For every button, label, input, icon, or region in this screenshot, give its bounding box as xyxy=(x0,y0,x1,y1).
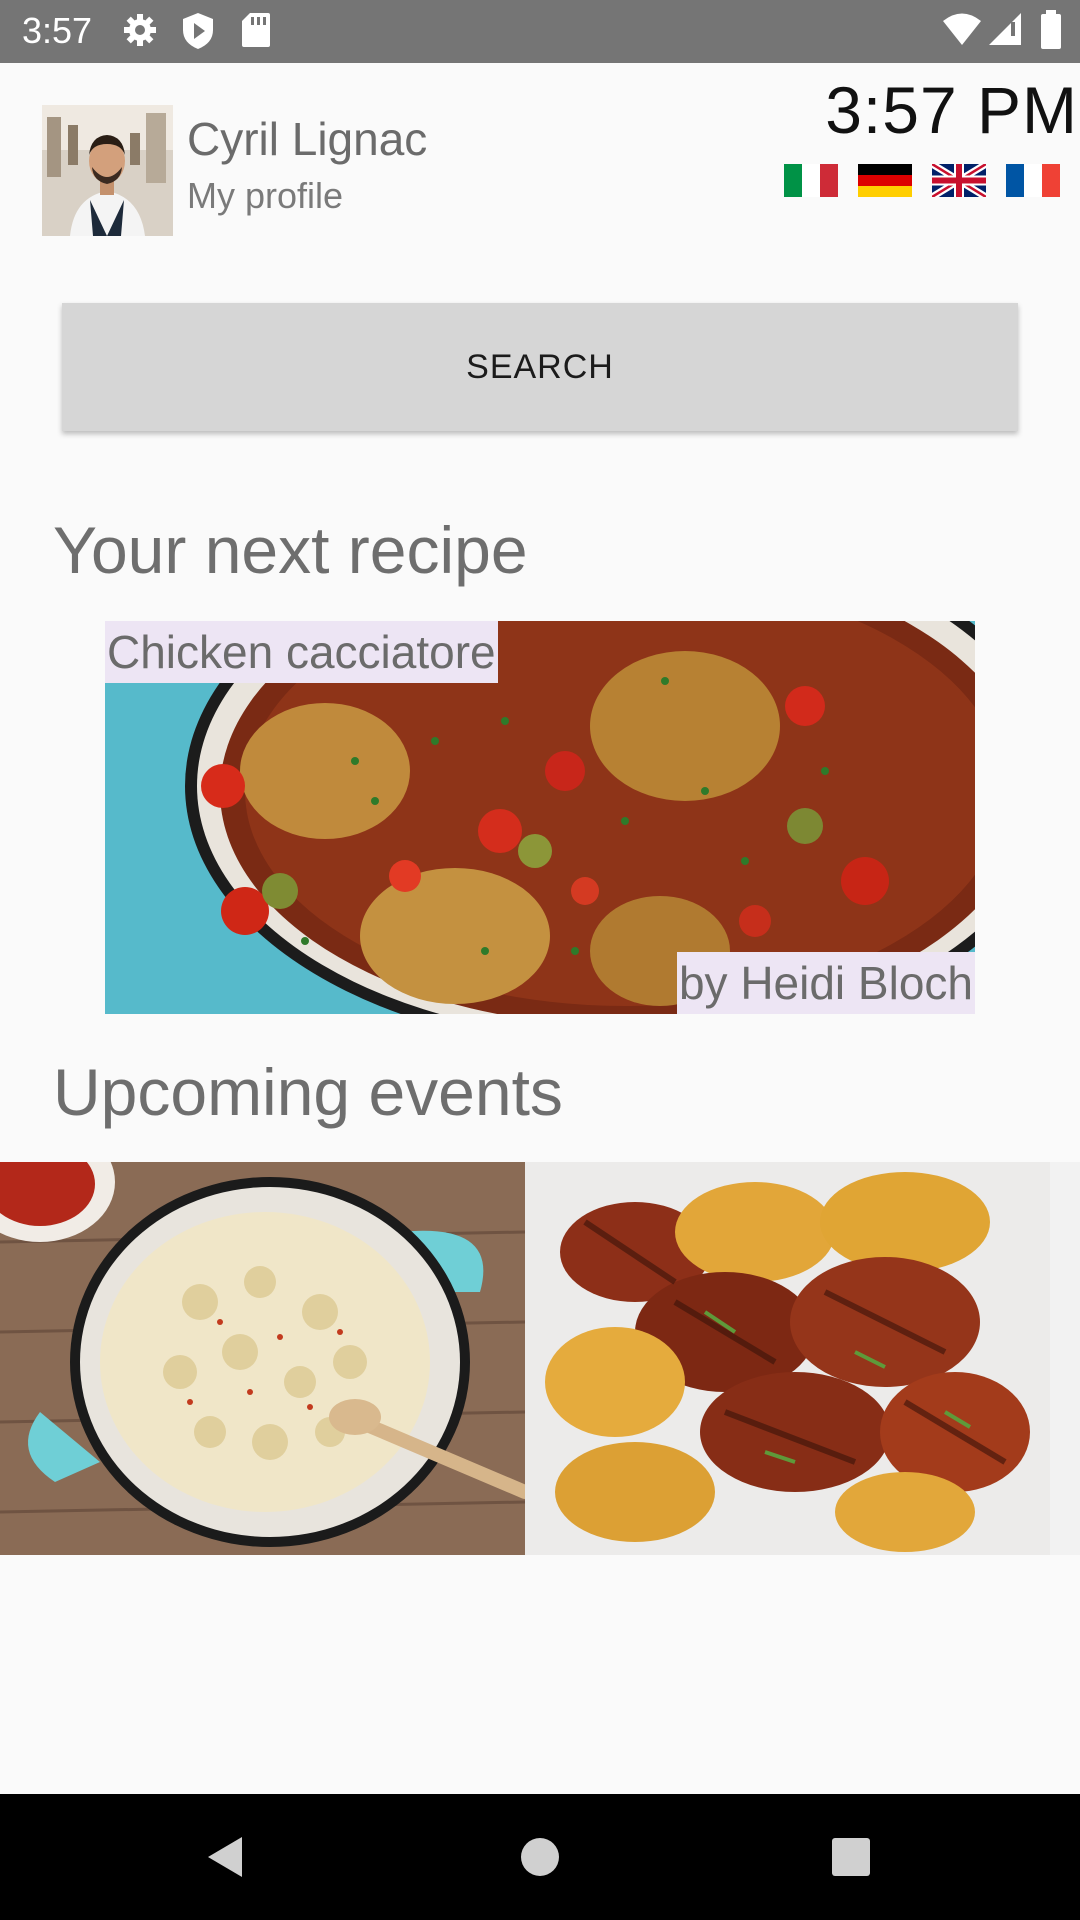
recipe-title: Chicken cacciatore xyxy=(105,621,498,683)
recipe-author: by Heidi Bloch xyxy=(676,952,975,1014)
my-profile-link[interactable]: My profile xyxy=(187,175,343,217)
flag-uk-icon[interactable] xyxy=(930,161,988,200)
recents-icon[interactable] xyxy=(821,1827,881,1887)
event-card[interactable] xyxy=(525,1162,1050,1555)
back-icon[interactable] xyxy=(196,1827,256,1887)
status-time: 3:57 xyxy=(22,10,93,51)
flag-france-icon[interactable] xyxy=(1006,164,1060,197)
flag-italy-icon[interactable] xyxy=(784,164,838,197)
status-bar: 3:57 xyxy=(0,0,1080,63)
event-card[interactable] xyxy=(0,1162,525,1555)
flag-germany-icon[interactable] xyxy=(858,164,912,197)
shield-play-icon xyxy=(181,12,215,55)
navigation-bar xyxy=(0,1794,1080,1920)
home-icon[interactable] xyxy=(510,1827,570,1887)
clock: 3:57 PM xyxy=(825,73,1078,147)
upcoming-events-heading: Upcoming events xyxy=(53,1055,563,1129)
profile-avatar[interactable] xyxy=(42,105,173,236)
wifi-icon xyxy=(942,12,982,51)
mac-and-cheese-image xyxy=(0,1162,525,1555)
signal-icon xyxy=(988,12,1022,51)
profile-name: Cyril Lignac xyxy=(187,113,428,165)
battery-icon xyxy=(1040,10,1062,55)
search-button[interactable]: SEARCH xyxy=(62,303,1018,431)
next-recipe-heading: Your next recipe xyxy=(53,513,528,587)
next-recipe-card[interactable]: Chicken cacciatore by Heidi Bloch xyxy=(105,621,975,1014)
grilled-wings-image xyxy=(525,1162,1050,1555)
sd-card-icon xyxy=(241,12,271,53)
event-card-partial[interactable] xyxy=(1050,1162,1080,1555)
gear-icon xyxy=(122,12,158,53)
